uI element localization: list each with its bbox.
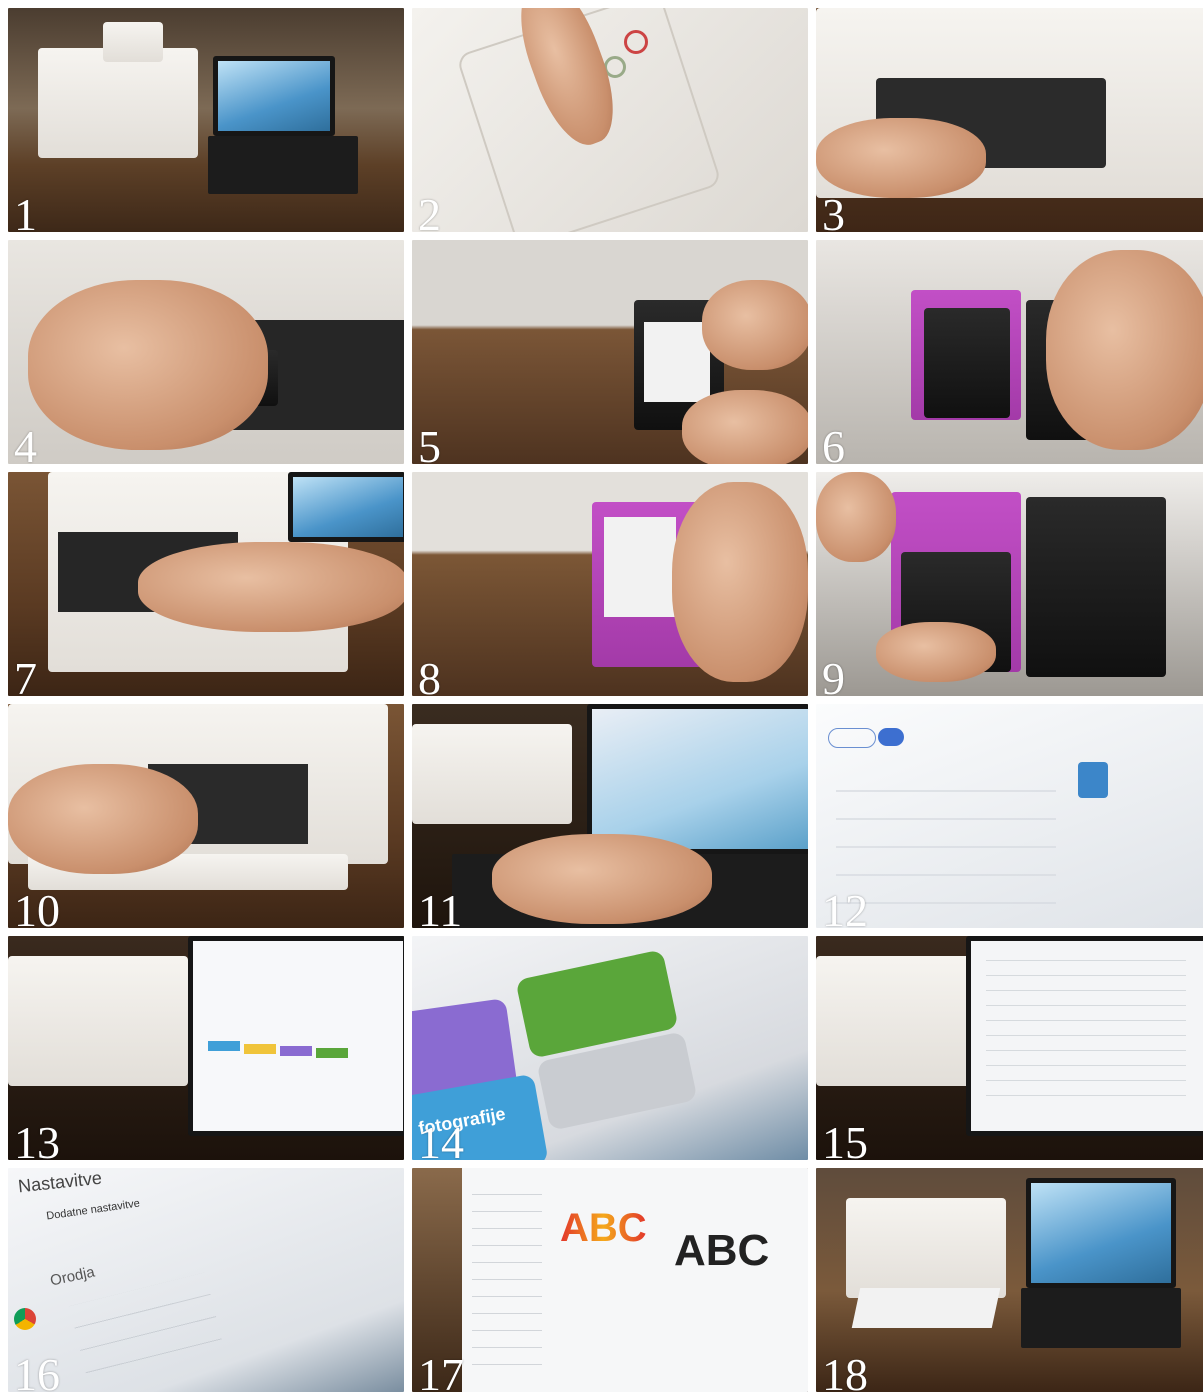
settings-list [986, 946, 1186, 1096]
step-13-photo: 13 [8, 936, 404, 1160]
step-9-photo: 9 [816, 472, 1203, 696]
hp-smart-icon [1078, 762, 1108, 798]
step-3-photo: 3 [816, 8, 1203, 232]
hand [682, 390, 808, 464]
step-number: 13 [14, 1117, 60, 1161]
step-number: 12 [822, 885, 868, 929]
step-8-photo: 8 [412, 472, 808, 696]
step-number: 11 [418, 885, 463, 929]
finger [816, 472, 896, 562]
step-number: 17 [418, 1349, 464, 1392]
printer [38, 48, 198, 158]
laptop-screen [587, 704, 808, 854]
search-field[interactable] [828, 728, 876, 748]
cartridge-label [604, 517, 676, 617]
printer [846, 1198, 1006, 1298]
arm [138, 542, 404, 632]
tile-green [316, 1048, 348, 1058]
step-number: 9 [822, 653, 845, 697]
step-number: 7 [14, 653, 37, 697]
black-cartridge [1026, 497, 1166, 677]
printer [8, 956, 188, 1086]
tile-yellow [244, 1044, 276, 1054]
hand [816, 118, 986, 198]
tile-purple [280, 1046, 312, 1056]
laptop-screen [288, 472, 404, 542]
step-16-photo: Nastavitve Dodatne nastavitve Orodja 16 [8, 1168, 404, 1392]
laptop-screen [188, 936, 404, 1136]
step-4-photo: 4 [8, 240, 404, 464]
step-10-photo: 10 [8, 704, 404, 928]
hand [8, 764, 198, 874]
step-18-photo: 18 [816, 1168, 1203, 1392]
settings-sidebar [472, 1178, 542, 1378]
laptop-keyboard [1021, 1288, 1181, 1348]
printer [412, 724, 572, 824]
step-number: 10 [14, 885, 60, 929]
step-2-photo: 2 [412, 8, 808, 232]
laptop-screen [1026, 1178, 1176, 1288]
laptop-screen [213, 56, 335, 136]
hand [28, 280, 268, 450]
step-number: 8 [418, 653, 441, 697]
step-number: 6 [822, 421, 845, 465]
printer [816, 956, 986, 1086]
hand [1046, 250, 1203, 450]
black-cartridge [924, 308, 1010, 418]
photo-grid: 1 2 3 4 5 6 7 8 9 10 11 12 13 fotografij… [8, 8, 1203, 1392]
step-17-photo: ABC ABC 17 [412, 1168, 808, 1392]
paper-tray [103, 22, 163, 62]
tile-blue [208, 1041, 240, 1051]
step-number: 3 [822, 189, 845, 233]
step-12-photo: 12 [816, 704, 1203, 928]
hand [702, 280, 808, 370]
step-11-photo: 11 [412, 704, 808, 928]
hands [492, 834, 712, 924]
grayscale-print-sample: ABC [674, 1226, 770, 1275]
cancel-button-icon [624, 30, 648, 54]
step-14-photo: fotografije 14 [412, 936, 808, 1160]
step-1-photo: 1 [8, 8, 404, 232]
step-number: 14 [418, 1117, 464, 1161]
step-number: 18 [822, 1349, 868, 1392]
step-number: 1 [14, 189, 37, 233]
printed-page [851, 1288, 1001, 1328]
step-6-photo: 6 [816, 240, 1203, 464]
cartridge-label [644, 322, 710, 402]
step-7-photo: 7 [8, 472, 404, 696]
result-list [836, 764, 1056, 914]
step-number: 15 [822, 1117, 868, 1161]
apps-tab[interactable] [878, 728, 904, 746]
step-number: 5 [418, 421, 441, 465]
step-5-photo: 5 [412, 240, 808, 464]
hand [672, 482, 808, 682]
step-number: 16 [14, 1349, 60, 1392]
step-number: 2 [418, 189, 441, 233]
thumb [876, 622, 996, 682]
chrome-icon [14, 1308, 36, 1330]
step-number: 4 [14, 421, 37, 465]
color-print-sample: ABC [560, 1206, 647, 1250]
step-15-photo: 15 [816, 936, 1203, 1160]
laptop-keyboard [208, 136, 358, 194]
